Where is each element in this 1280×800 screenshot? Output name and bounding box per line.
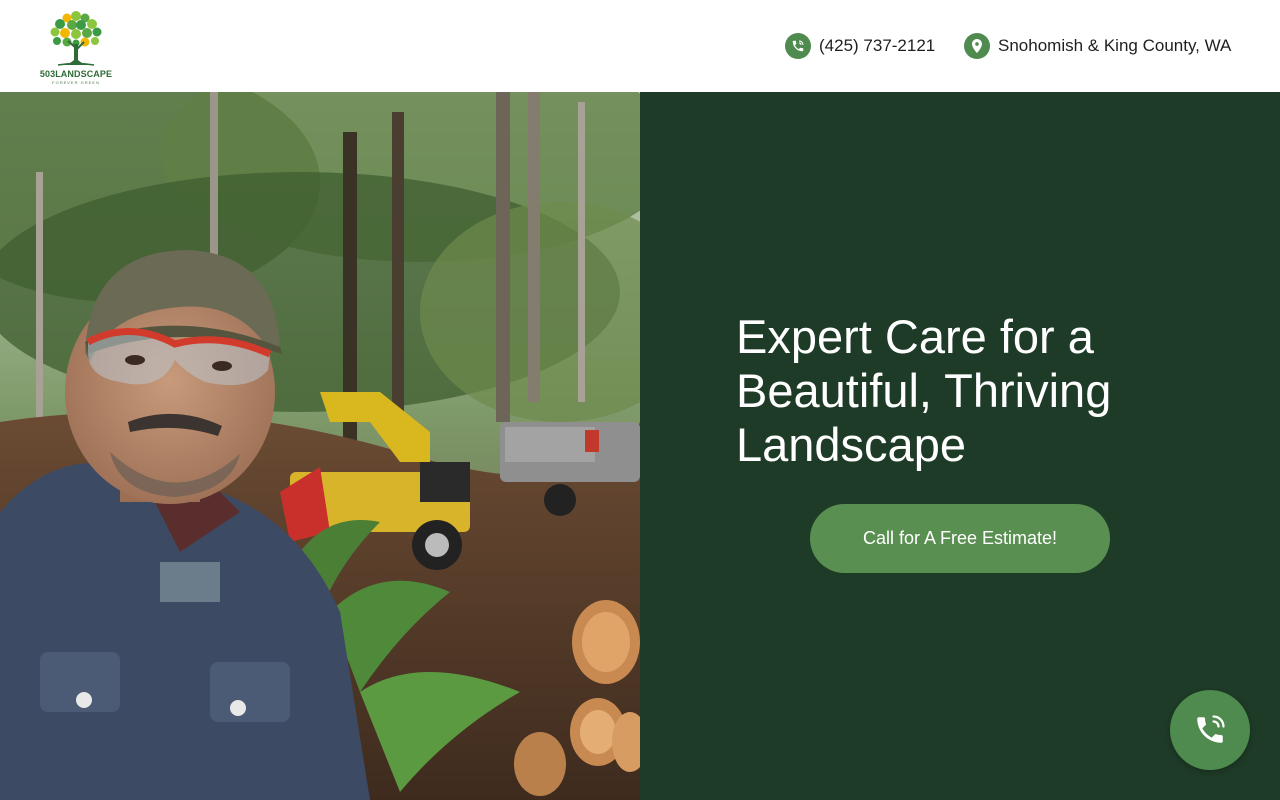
tree-logo-icon	[50, 11, 102, 66]
logo-tagline: FOREVER GREEN	[52, 80, 100, 85]
site-logo[interactable]: 503LANDSCAPE FOREVER GREEN	[36, 8, 116, 85]
hero-panel: Expert Care for a Beautiful, Thriving La…	[640, 92, 1280, 800]
header-location-text: Snohomish & King County, WA	[998, 36, 1232, 55]
logo-brand-text: 503LANDSCAPE	[39, 69, 113, 79]
header-location-link[interactable]: Snohomish & King County, WA	[964, 33, 1231, 59]
forest-landscaper-image	[0, 92, 640, 800]
free-estimate-button[interactable]: Call for A Free Estimate!	[810, 504, 1110, 573]
phone-icon	[785, 33, 811, 59]
map-pin-icon	[964, 33, 990, 59]
floating-call-button[interactable]	[1170, 690, 1250, 770]
header-phone-link[interactable]: (425) 737-2121	[785, 33, 935, 59]
phone-call-icon	[1197, 715, 1225, 743]
hero-title: Expert Care for a Beautiful, Thriving La…	[736, 310, 1112, 471]
site-header: 503LANDSCAPE FOREVER GREEN (425) 737-212…	[0, 0, 1280, 92]
header-phone-number: (425) 737-2121	[819, 36, 936, 55]
hero-photo	[0, 92, 640, 800]
